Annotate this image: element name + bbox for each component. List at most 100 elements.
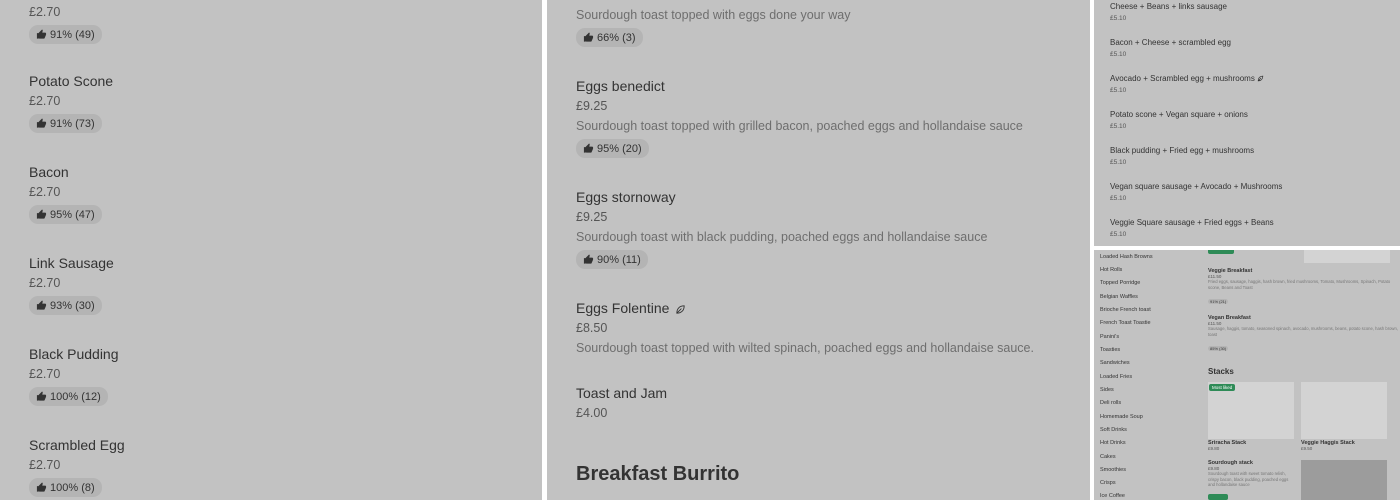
rating-badge: 85% (30) — [1208, 346, 1229, 351]
item-name: Black Pudding — [29, 346, 119, 362]
rating-text: 90% (11) — [597, 253, 641, 266]
sidebar-item[interactable]: Sides — [1100, 387, 1114, 393]
sidebar-item[interactable]: Brioche French toast — [1100, 307, 1151, 313]
combo-price: £5.10 — [1110, 87, 1127, 94]
sidebar-item[interactable]: Panini's — [1100, 334, 1119, 340]
rating-text: 93% (30) — [50, 299, 95, 312]
combo-price: £5.10 — [1110, 159, 1127, 166]
sidebar-item[interactable]: Hot Drinks — [1100, 440, 1126, 446]
thumbs-up-icon — [583, 32, 594, 42]
sidebar-item[interactable]: Cakes — [1100, 454, 1116, 460]
item-price: £2.70 — [29, 276, 61, 290]
rating-text: 100% (12) — [50, 390, 101, 403]
item-price: £9.25 — [576, 99, 608, 113]
list-item[interactable]: Black Pudding £2.70 100% (12) — [29, 346, 119, 407]
item-description: Sourdough toast topped with grilled baco… — [576, 119, 1023, 133]
list-item[interactable]: Veggie Breakfast £11.50 Fried eggs, saus… — [1208, 268, 1398, 308]
item-name: Eggs benedict — [576, 78, 665, 94]
item-name: Scrambled Egg — [29, 437, 125, 453]
list-item[interactable]: Sourdough stack £9.80 Sourdough toast wi… — [1208, 460, 1292, 488]
combo-name: Vegan square sausage + Avocado + Mushroo… — [1110, 182, 1283, 191]
section-title: Stacks — [1208, 367, 1234, 376]
tag-badge: Most liked — [1209, 384, 1236, 391]
sidebar-item[interactable]: Topped Porridge — [1100, 280, 1140, 286]
list-item[interactable]: Vegan Breakfast £11.50 Sausage, haggis, … — [1208, 315, 1398, 355]
item-price: £2.70 — [29, 185, 61, 199]
list-item[interactable]: Black pudding + Fried egg + mushrooms £5… — [1110, 146, 1254, 166]
combo-name: Avocado + Scrambled egg + mushrooms — [1110, 74, 1264, 83]
item-price: £2.70 — [29, 94, 61, 108]
sidebar-item[interactable]: Crisps — [1100, 480, 1116, 486]
sidebar-item[interactable]: Sandwiches — [1100, 360, 1130, 366]
rating-text: 95% (20) — [597, 142, 642, 155]
rating-badge: 91% (21) — [1208, 299, 1229, 304]
item-description: Sourdough toast with sweet tomato relish… — [1208, 471, 1289, 487]
combo-name-text: Avocado + Scrambled egg + mushrooms — [1110, 74, 1255, 83]
sidebar-item[interactable]: Belgian Waffles — [1100, 294, 1138, 300]
food-image — [1304, 250, 1390, 263]
list-item[interactable]: Vegan square sausage + Avocado + Mushroo… — [1110, 182, 1282, 202]
list-item[interactable]: Scrambled Egg £2.70 100% (8) — [29, 437, 125, 498]
list-item[interactable]: Potato Scone £2.70 91% (73) — [29, 73, 113, 134]
item-price: £9.80 — [1208, 446, 1220, 451]
thumbs-up-icon — [36, 391, 47, 401]
rating-badge: 91% (73) — [29, 114, 102, 133]
list-item[interactable]: Eggs Folentine £8.50 Sourdough toast top… — [576, 300, 1034, 355]
item-name: Toast and Jam — [576, 385, 668, 401]
sidebar-item[interactable]: Hot Rolls — [1100, 267, 1122, 273]
list-item[interactable]: Link Sausage £2.70 93% (30) — [29, 255, 114, 316]
sidebar-item[interactable]: French Toast Toastie — [1100, 320, 1151, 326]
list-item[interactable]: Toast and Jam £4.00 — [576, 385, 667, 420]
rating-badge: 95% (47) — [29, 205, 102, 224]
list-item[interactable]: £2.70 91% (49) — [29, 5, 102, 45]
thumbs-up-icon — [583, 143, 594, 153]
combo-price: £5.10 — [1110, 15, 1127, 22]
thumbs-up-icon — [36, 118, 47, 128]
combo-name: Bacon + Cheese + scrambled egg — [1110, 38, 1231, 47]
rating-badge: 66% (3) — [576, 28, 643, 47]
item-price: £4.00 — [576, 406, 608, 420]
combo-name: Veggie Square sausage + Fried eggs + Bea… — [1110, 218, 1274, 227]
list-item[interactable]: Bacon £2.70 95% (47) — [29, 164, 102, 225]
menu-overview-panel: Loaded Hash Browns Hot Rolls Topped Porr… — [1094, 250, 1400, 500]
sidebar-item[interactable]: Homemade Soup — [1100, 414, 1143, 420]
sidebar-item[interactable]: Smoothies — [1100, 467, 1126, 473]
list-item[interactable]: Sourdough toast topped with eggs done yo… — [576, 8, 851, 48]
list-item[interactable]: Veggie Square sausage + Fried eggs + Bea… — [1110, 218, 1274, 238]
sidebar-item[interactable]: Ice Coffee — [1100, 493, 1125, 499]
item-description: Sausage, haggis, tomato, seasoned spinac… — [1208, 326, 1398, 337]
item-name: Eggs Folentine — [576, 300, 1034, 316]
vegetarian-leaf-icon — [676, 305, 685, 314]
list-item[interactable]: Sriracha Stack £9.80 — [1208, 440, 1246, 451]
sidebar-item[interactable]: Deli rolls — [1100, 400, 1121, 406]
thumbs-up-icon — [36, 29, 47, 39]
list-item[interactable]: Veggie Haggis Stack £9.50 — [1301, 440, 1355, 451]
sides-panel: £2.70 91% (49) Potato Scone £2.70 91% (7… — [0, 0, 542, 500]
list-item[interactable]: Potato scone + Vegan square + onions £5.… — [1110, 110, 1248, 130]
sidebar-item[interactable]: Loaded Hash Browns — [1100, 254, 1153, 260]
sidebar-item[interactable]: Toasties — [1100, 347, 1120, 353]
rating-badge: 91% (49) — [29, 25, 102, 44]
list-item[interactable]: Eggs stornoway £9.25 Sourdough toast wit… — [576, 189, 987, 270]
sidebar-item[interactable]: Loaded Fries — [1100, 374, 1132, 380]
item-price: £2.70 — [29, 367, 61, 381]
rating-badge: 93% (30) — [29, 296, 102, 315]
rating-text: 95% (47) — [50, 208, 95, 221]
list-item[interactable]: Eggs benedict £9.25 Sourdough toast topp… — [576, 78, 1023, 159]
section-title: Breakfast Burrito — [576, 463, 740, 485]
rating-text: 91% (73) — [50, 117, 95, 130]
rating-badge: 95% (20) — [576, 139, 649, 158]
food-image — [1301, 460, 1387, 500]
rating-badge: 90% (11) — [576, 250, 648, 269]
combo-price: £5.10 — [1110, 195, 1127, 202]
combo-price: £5.10 — [1110, 231, 1127, 238]
item-price: £9.25 — [576, 210, 608, 224]
combo-price: £5.10 — [1110, 51, 1127, 58]
list-item[interactable]: Cheese + Beans + links sausage £5.10 — [1110, 2, 1227, 22]
item-price: £2.70 — [29, 458, 61, 472]
sidebar-item[interactable]: Soft Drinks — [1100, 427, 1127, 433]
list-item[interactable]: Bacon + Cheese + scrambled egg £5.10 — [1110, 38, 1231, 58]
rating-text: 91% (49) — [50, 28, 95, 41]
list-item[interactable]: Avocado + Scrambled egg + mushrooms £5.1… — [1110, 74, 1264, 94]
tag-badge — [1208, 250, 1234, 254]
